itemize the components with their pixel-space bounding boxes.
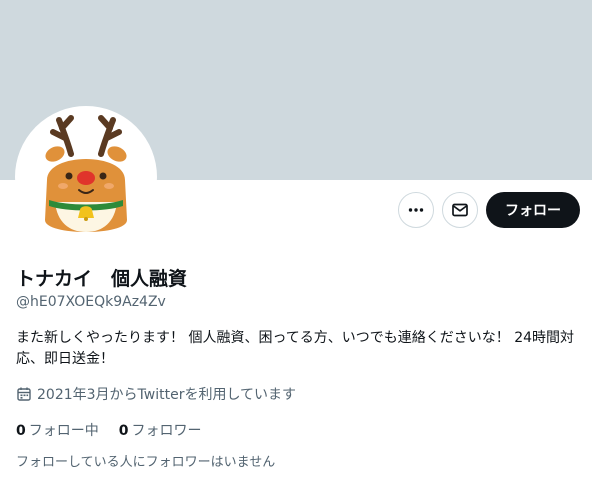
message-button[interactable] [442,192,478,228]
mutual-followers-note: フォローしている人にフォロワーはいません [16,455,276,470]
envelope-icon [452,203,468,217]
follow-button[interactable]: フォロー [486,192,580,228]
following-link[interactable]: 0 フォロー中 [16,420,99,440]
joined-date: 2021年3月からTwitterを利用しています [16,384,296,404]
followers-label: フォロワー [131,423,202,439]
profile-stats: 0 フォロー中 0 フォロワー [16,420,202,440]
user-handle: @hE07XOEQk9Az4Zv [16,294,166,310]
more-dots-icon [408,208,424,212]
profile-avatar[interactable] [15,106,157,248]
profile-bio: また新しくやったります！ 個人融資、困ってる方、いつでも連絡くださいな！ 24時… [16,330,575,367]
followers-count: 0 [118,423,129,439]
display-name: トナカイ 個人融資 [16,268,188,290]
calendar-icon [17,387,31,401]
joined-text: 2021年3月からTwitterを利用しています [37,387,297,403]
following-label: フォロー中 [28,423,99,439]
more-button[interactable] [398,192,434,228]
followers-link[interactable]: 0 フォロワー [119,420,202,440]
following-count: 0 [16,423,26,439]
reindeer-avatar [45,115,127,232]
profile-actions: フォロー [398,192,580,228]
